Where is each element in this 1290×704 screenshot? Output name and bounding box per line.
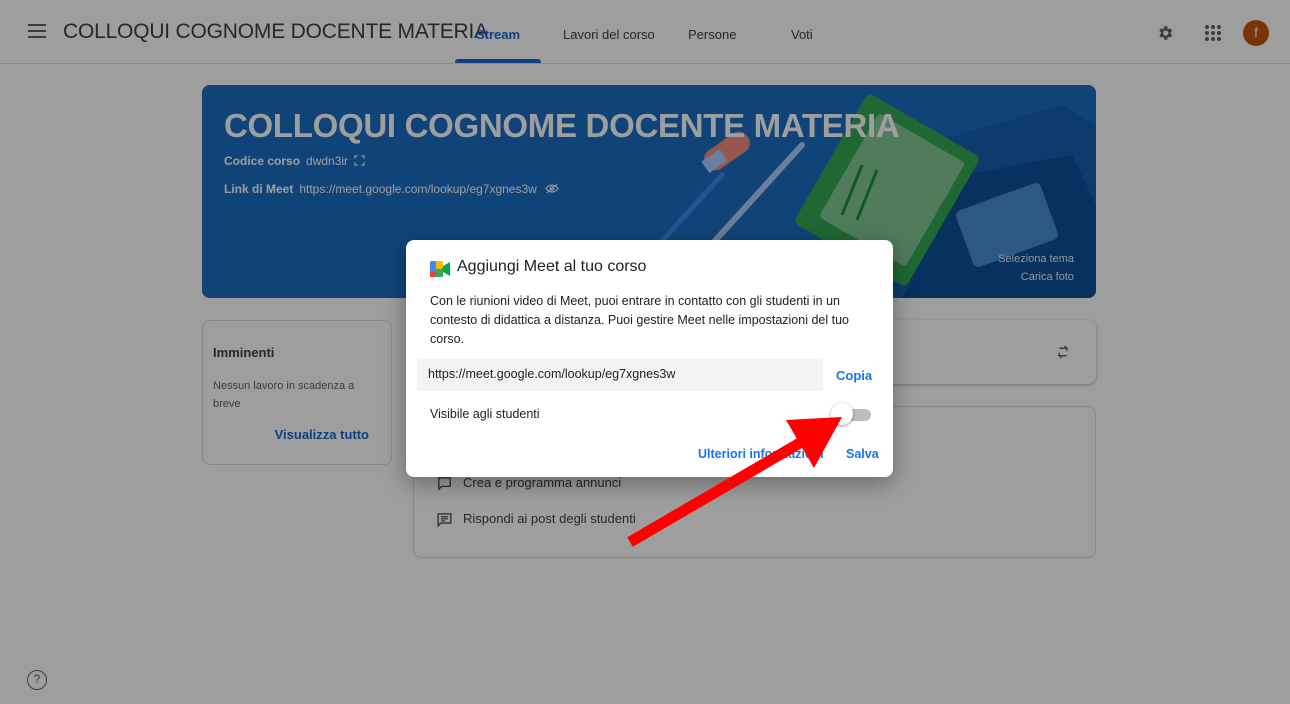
- annotation-arrow-icon: [627, 417, 842, 547]
- copy-button[interactable]: Copia: [836, 368, 872, 383]
- google-meet-icon: [430, 261, 450, 277]
- meet-url-field[interactable]: https://meet.google.com/lookup/eg7xgnes3…: [417, 359, 823, 391]
- dialog-title: Aggiungi Meet al tuo corso: [457, 258, 647, 275]
- dialog-description: Con le riunioni video di Meet, puoi entr…: [430, 294, 849, 346]
- visible-to-students-label: Visibile agli studenti: [430, 407, 540, 421]
